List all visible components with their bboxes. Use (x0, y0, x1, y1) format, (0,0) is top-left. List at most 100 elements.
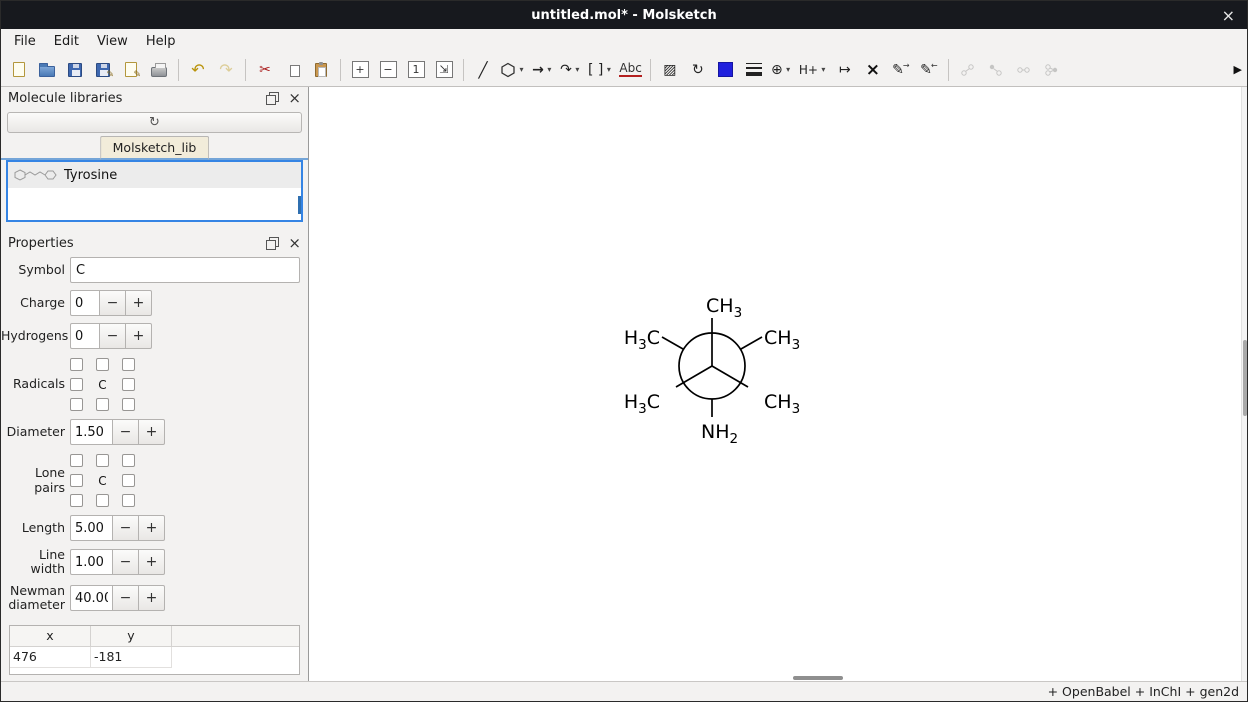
radical-checkbox[interactable] (70, 398, 83, 411)
radical-checkbox[interactable] (122, 398, 135, 411)
pen-back-tool-button[interactable]: ✎← (916, 57, 942, 83)
newman-diameter-increase-button[interactable]: + (138, 585, 165, 611)
float-panel-icon[interactable] (266, 237, 279, 250)
diameter-increase-button[interactable]: + (138, 419, 165, 445)
lone-pair-checkbox[interactable] (122, 474, 135, 487)
zoom-out-button[interactable]: − (375, 57, 401, 83)
color-picker-button[interactable] (713, 57, 739, 83)
list-scrollbar-handle[interactable] (298, 196, 301, 214)
mechanism-arrow-tool-button[interactable]: ↷▾ (558, 57, 584, 83)
lone-pair-checkbox[interactable] (122, 454, 135, 467)
new-file-button[interactable] (6, 57, 32, 83)
refresh-libraries-button[interactable]: ↻ (7, 112, 302, 133)
substituent-lower-left[interactable]: H3C (624, 391, 660, 417)
radical-checkbox[interactable] (96, 358, 109, 371)
charge-decrease-button[interactable]: − (99, 290, 126, 316)
coord-cell-y[interactable]: -181 (91, 647, 172, 668)
line-width-input[interactable] (70, 549, 113, 575)
save-button[interactable] (62, 57, 88, 83)
bracket-tool-button[interactable]: [ ]▾ (586, 57, 615, 83)
pen-forward-tool-button[interactable]: ✎→ (888, 57, 914, 83)
hydrogens-decrease-button[interactable]: − (99, 323, 126, 349)
cut-button[interactable]: ✂ (252, 57, 278, 83)
toolbar-overflow-button[interactable]: ▶ (1234, 63, 1242, 76)
zoom-fit-button[interactable]: ⇲ (431, 57, 457, 83)
toolbar-separator (245, 59, 246, 81)
radical-checkbox[interactable] (96, 398, 109, 411)
export-image-button[interactable]: ✎ (118, 57, 144, 83)
bond-back-upper-right[interactable] (741, 337, 762, 349)
vertical-scrollbar[interactable] (1241, 87, 1247, 681)
diameter-input[interactable] (70, 419, 113, 445)
lone-pair-checkbox[interactable] (122, 494, 135, 507)
hydrogens-increase-button[interactable]: + (125, 323, 152, 349)
substituent-upper-right[interactable]: CH3 (764, 327, 800, 353)
zoom-original-button[interactable]: 1 (403, 57, 429, 83)
symbol-input[interactable] (70, 257, 300, 283)
menu-edit[interactable]: Edit (45, 31, 88, 52)
delete-tool-button[interactable]: × (860, 57, 886, 83)
diameter-decrease-button[interactable]: − (112, 419, 139, 445)
substituent-top[interactable]: CH3 (706, 295, 742, 321)
dropdown-arrow-icon: ▾ (819, 65, 828, 74)
pencil-badge-icon: ✎ (133, 70, 141, 80)
copy-button[interactable] (280, 57, 306, 83)
horizontal-scrollbar-handle[interactable] (793, 676, 843, 680)
length-increase-button[interactable]: + (138, 515, 165, 541)
bond-back-upper-left[interactable] (662, 337, 683, 349)
length-decrease-button[interactable]: − (112, 515, 139, 541)
draw-bond-tool-button[interactable]: ╱ (470, 57, 496, 83)
line-width-decrease-button[interactable]: − (112, 549, 139, 575)
vertical-scrollbar-handle[interactable] (1243, 340, 1247, 416)
drawing-canvas[interactable]: CH3 H3C CH3 H3C CH3 NH2 (309, 87, 1247, 681)
length-label: Length (1, 521, 65, 535)
text-tool-button[interactable]: Abc (617, 57, 643, 83)
charge-input[interactable] (70, 290, 100, 316)
newman-diameter-decrease-button[interactable]: − (112, 585, 139, 611)
coord-cell-x[interactable]: 476 (10, 647, 91, 668)
close-panel-button[interactable]: × (288, 236, 301, 251)
hydrogens-tool-button[interactable]: H+▾ (797, 57, 830, 83)
lone-pair-checkbox[interactable] (70, 494, 83, 507)
menu-file[interactable]: File (5, 31, 45, 52)
line-width-increase-button[interactable]: + (138, 549, 165, 575)
hydrogens-input[interactable] (70, 323, 100, 349)
charge-tool-button[interactable]: ⊕▾ (769, 57, 795, 83)
ring-tool-button[interactable]: ▾ (498, 57, 528, 83)
molecule-libraries-panel: Molecule libraries × ↻ Molsketch_lib (1, 87, 308, 228)
list-item-tyrosine[interactable]: Tyrosine (8, 162, 301, 188)
lone-pair-checkbox[interactable] (70, 474, 83, 487)
charge-increase-button[interactable]: + (125, 290, 152, 316)
zoom-in-button[interactable]: + (347, 57, 373, 83)
reaction-arrow-tool-button[interactable]: →▾ (530, 57, 556, 83)
lone-pair-checkbox[interactable] (96, 454, 109, 467)
open-file-button[interactable] (34, 57, 60, 83)
newman-diameter-input[interactable] (70, 585, 113, 611)
float-panel-icon[interactable] (266, 92, 279, 105)
undo-button[interactable]: ↶ (185, 57, 211, 83)
length-input[interactable] (70, 515, 113, 541)
radical-checkbox[interactable] (122, 378, 135, 391)
paste-button[interactable] (308, 57, 334, 83)
radical-checkbox[interactable] (122, 358, 135, 371)
rotate-tool-button[interactable]: ↻ (685, 57, 711, 83)
close-panel-button[interactable]: × (288, 91, 301, 106)
save-as-button[interactable]: ✎ (90, 57, 116, 83)
substituent-upper-left[interactable]: H3C (624, 327, 660, 353)
hash-bond-tool-button[interactable]: ▨ (657, 57, 683, 83)
line-width-button[interactable] (741, 57, 767, 83)
radical-checkbox[interactable] (70, 378, 83, 391)
menu-view[interactable]: View (88, 31, 137, 52)
print-button[interactable] (146, 57, 172, 83)
window-close-button[interactable]: × (1222, 1, 1235, 29)
adjust-tool-button[interactable]: ↦ (832, 57, 858, 83)
lone-pair-checkbox[interactable] (70, 454, 83, 467)
tab-molsketch-lib[interactable]: Molsketch_lib (100, 136, 210, 160)
newman-projection-molecule[interactable]: CH3 H3C CH3 H3C CH3 NH2 (309, 87, 1242, 681)
radical-checkbox[interactable] (70, 358, 83, 371)
lone-pair-checkbox[interactable] (96, 494, 109, 507)
substituent-lower-right[interactable]: CH3 (764, 391, 800, 417)
substituent-bottom[interactable]: NH2 (701, 421, 738, 447)
library-list[interactable]: Tyrosine (6, 160, 303, 222)
menu-help[interactable]: Help (137, 31, 185, 52)
